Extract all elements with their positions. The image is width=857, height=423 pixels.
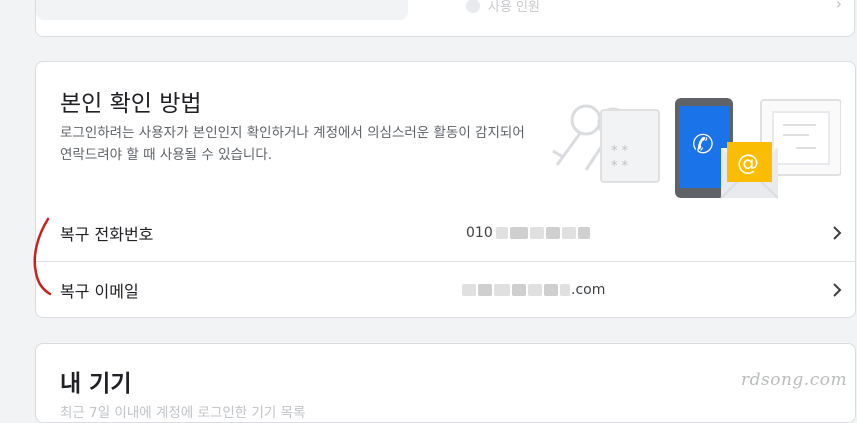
redacted-mask bbox=[544, 284, 558, 296]
redacted-mask bbox=[528, 284, 542, 296]
redacted-mask bbox=[529, 227, 544, 239]
email-envelope-icon: @ bbox=[720, 142, 779, 199]
my-devices-card: 내 기기 최근 7일 이내에 계정에 로그인한 기기 목록 bbox=[35, 343, 856, 423]
svg-text:✆: ✆ bbox=[692, 130, 714, 160]
redacted-mask bbox=[545, 227, 560, 239]
identity-verification-card: 본인 확인 방법 로그인하려는 사용자가 본인인지 확인하거나 계정에서 의심스… bbox=[35, 61, 856, 318]
phone-number-prefix: 010 bbox=[466, 225, 493, 241]
redacted-mask bbox=[495, 227, 508, 239]
redacted-mask bbox=[512, 284, 526, 296]
redacted-mask bbox=[462, 284, 476, 296]
recovery-email-value: .com bbox=[461, 282, 605, 298]
hand-drawn-annotation-mark bbox=[33, 217, 52, 296]
svg-text:* *: * * bbox=[611, 144, 629, 159]
redacted-mask bbox=[509, 227, 528, 239]
redacted-mask bbox=[577, 227, 590, 239]
watermark: rdsong.com bbox=[741, 370, 848, 390]
email-domain-suffix: .com bbox=[571, 282, 606, 298]
recovery-email-row[interactable]: 복구 이메일 .com bbox=[36, 261, 855, 318]
redacted-mask bbox=[561, 227, 576, 239]
svg-text:* *: * * bbox=[611, 159, 629, 174]
recovery-phone-row[interactable]: 복구 전화번호 010 bbox=[36, 205, 855, 261]
svg-text:@: @ bbox=[737, 151, 759, 176]
devices-title: 내 기기 bbox=[60, 371, 132, 397]
recovery-illustration: * * * * ✆ @ bbox=[552, 98, 841, 199]
redacted-mask bbox=[478, 284, 492, 296]
recovery-phone-label: 복구 전화번호 bbox=[60, 225, 154, 244]
previous-section-panel bbox=[36, 0, 408, 20]
redacted-mask bbox=[494, 284, 510, 296]
previous-section-card: 사용 인원 › bbox=[35, 0, 855, 37]
chevron-right-icon bbox=[833, 226, 842, 240]
devices-description: 최근 7일 이내에 계정에 로그인한 기기 목록 bbox=[60, 405, 306, 421]
chevron-right-icon: › bbox=[835, 0, 842, 13]
recovery-phone-value: 010 bbox=[466, 225, 591, 241]
recovery-email-label: 복구 이메일 bbox=[60, 282, 139, 301]
account-icon bbox=[466, 0, 480, 13]
redacted-mask bbox=[560, 284, 570, 296]
section-title: 본인 확인 방법 bbox=[60, 91, 202, 117]
section-description: 로그인하려는 사용자가 본인인지 확인하거나 계정에서 의심스러운 활동이 감지… bbox=[60, 125, 525, 163]
previous-section-item[interactable]: 사용 인원 bbox=[466, 0, 540, 15]
previous-section-item-label: 사용 인원 bbox=[488, 0, 540, 15]
password-card-icon: * * * * bbox=[600, 109, 660, 183]
chevron-right-icon bbox=[833, 283, 842, 297]
